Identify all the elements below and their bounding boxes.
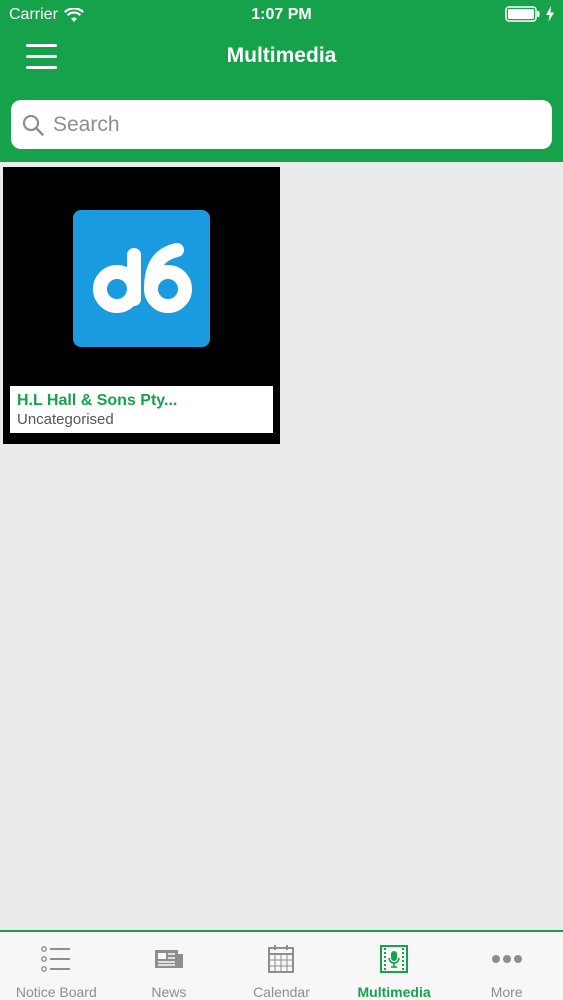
more-icon [491, 955, 522, 963]
tab-label: More [490, 984, 523, 1000]
d6-logo-thumbnail [73, 210, 210, 347]
tab-bar: Notice Board News Calendar Multimedia Mo… [0, 930, 563, 1000]
page-title: Multimedia [226, 44, 337, 67]
tab-label: News [151, 984, 187, 1000]
battery-icon [505, 6, 540, 22]
media-item[interactable]: H.L Hall & Sons Pty... Uncategorised [3, 167, 280, 444]
newspaper-icon [154, 950, 183, 968]
calendar-icon [268, 945, 295, 973]
d6-logo [93, 243, 192, 313]
status-bar: Carrier 1:07 PM [0, 0, 563, 30]
tab-label: Notice Board [15, 984, 97, 1000]
search-input[interactable] [53, 112, 533, 137]
tab-multimedia[interactable]: Multimedia [338, 932, 451, 1000]
charging-bolt-icon [546, 6, 554, 22]
tab-news[interactable]: News [113, 932, 226, 1000]
tab-notice-board[interactable]: Notice Board [0, 932, 113, 1000]
media-title: H.L Hall & Sons Pty... [17, 392, 178, 409]
search-icon [22, 114, 44, 136]
media-category: Uncategorised [17, 411, 114, 428]
tab-label: Calendar [253, 984, 310, 1000]
tab-calendar[interactable]: Calendar [225, 932, 338, 1000]
status-time: 1:07 PM [251, 6, 312, 23]
tab-more[interactable]: More [450, 932, 563, 1000]
microphone-icon [380, 945, 409, 973]
search-bar[interactable] [11, 100, 552, 149]
navigation-header: Carrier 1:07 PM Multimedia [0, 0, 563, 162]
media-grid: H.L Hall & Sons Pty... Uncategorised [0, 162, 563, 930]
tab-label: Multimedia [357, 984, 431, 1000]
media-caption: H.L Hall & Sons Pty... Uncategorised [10, 386, 273, 433]
battery-indicator [505, 6, 555, 22]
list-icon [41, 946, 71, 972]
